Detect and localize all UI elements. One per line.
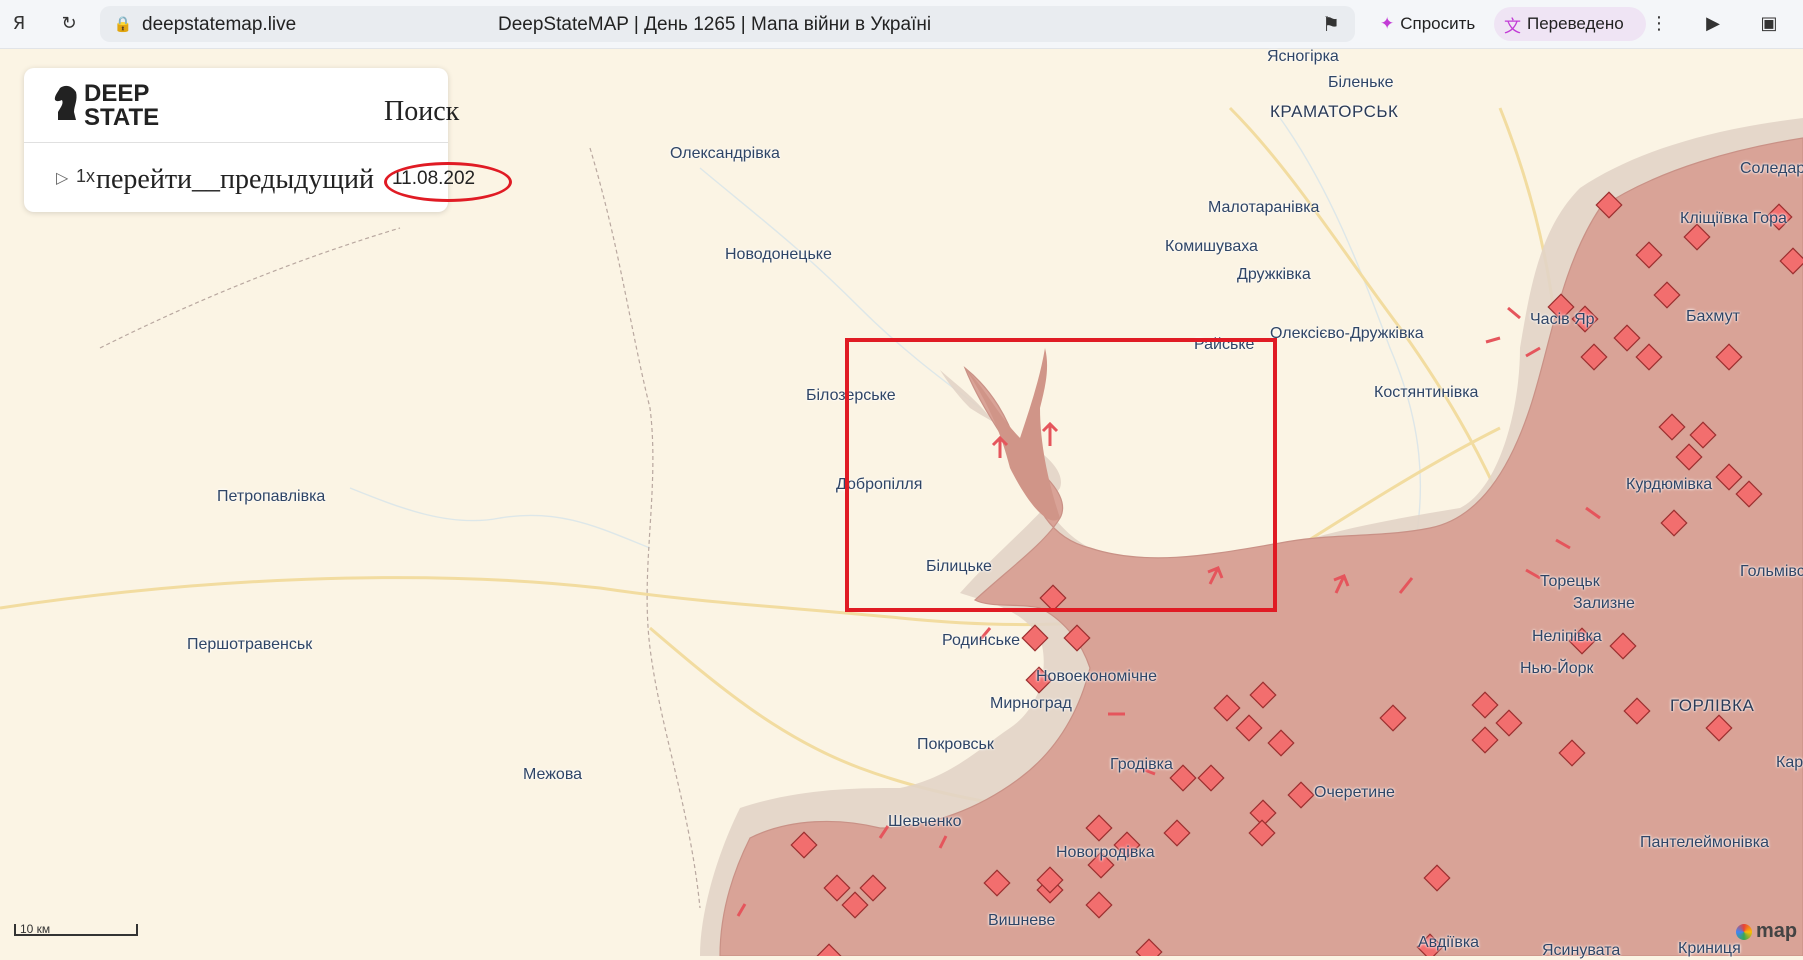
lock-icon: 🔒: [113, 15, 133, 33]
browser-logo-icon[interactable]: Я: [6, 10, 32, 36]
place-label: Новоекономічне: [1036, 668, 1158, 685]
place-label: Курдюмівка: [1626, 476, 1713, 493]
address-bar[interactable]: 🔒 deepstatemap.live DeepStateMAP | День …: [100, 6, 1355, 42]
translate-icon: 文: [1504, 16, 1521, 36]
place-label: Новодонецьке: [725, 246, 832, 263]
logo[interactable]: DEEP STATE: [84, 82, 159, 130]
logo-line-1: DEEP: [84, 80, 150, 107]
place-label: Криниця: [1678, 940, 1741, 957]
place-label: Вишневе: [988, 912, 1056, 929]
highlight-rectangle: [845, 338, 1277, 612]
place-label: Костянтинівка: [1374, 384, 1479, 401]
translated-button[interactable]: 文 Переведено: [1494, 7, 1646, 41]
sidebar-icon[interactable]: ▣: [1756, 10, 1782, 36]
place-label: Мирноград: [990, 695, 1072, 712]
place-label: Покровськ: [917, 736, 994, 753]
place-label: Олексієво-Дружківка: [1270, 325, 1424, 342]
place-label: Шевченко: [888, 813, 962, 830]
map-provider-label: map: [1756, 920, 1798, 942]
place-label: Першотравенськ: [187, 636, 313, 653]
divider: [24, 142, 448, 143]
place-label: Кліщіївка Гора: [1680, 210, 1787, 227]
scale-label: 10 км: [20, 922, 51, 936]
place-label: Олександрівка: [670, 145, 780, 162]
speed-selector[interactable]: 1x: [76, 166, 95, 187]
place-label: Біленьке: [1328, 74, 1394, 91]
place-label: КРАМАТОРСЬК: [1270, 102, 1399, 121]
ask-button[interactable]: ✦ Спросить: [1372, 7, 1492, 41]
place-label: Гольмівс: [1740, 563, 1803, 580]
place-label: Бахмут: [1686, 308, 1740, 325]
place-label: Ясинувата: [1542, 942, 1621, 959]
control-panel: DEEP STATE Поиск ▷ 1x перейти__предыдущи…: [24, 68, 475, 212]
place-label: Нью-Йорк: [1520, 660, 1594, 677]
highlight-ellipse: [384, 162, 512, 202]
map-provider-icon: [1736, 923, 1752, 940]
place-label: Очеретине: [1314, 784, 1395, 801]
knight-logo-icon: [54, 85, 77, 120]
page-title: DeepStateMAP | День 1265 | Мапа війни в …: [498, 14, 932, 35]
place-label: Новогродівка: [1056, 844, 1155, 861]
search-button[interactable]: Поиск: [384, 96, 459, 128]
map-attribution-logo[interactable]: map: [1736, 920, 1797, 943]
place-label: Гродівка: [1110, 756, 1173, 773]
reload-icon[interactable]: ↻: [56, 10, 82, 36]
place-label: Родинське: [942, 632, 1021, 649]
url-text: deepstatemap.live: [142, 14, 297, 35]
bookmark-icon[interactable]: ⚑: [1318, 11, 1344, 37]
translated-label: Переведено: [1527, 14, 1624, 33]
play-icon[interactable]: ▷: [56, 168, 68, 187]
ask-icon: ✦: [1380, 14, 1395, 33]
place-label: Соледар: [1740, 160, 1803, 177]
place-label: Дружківка: [1237, 266, 1311, 283]
place-label: Комишуваха: [1165, 238, 1258, 255]
ask-label: Спросить: [1400, 14, 1476, 33]
place-label: Кар: [1776, 754, 1803, 771]
place-label: Торецьк: [1540, 573, 1600, 590]
place-label: Зализне: [1573, 595, 1635, 612]
place-label: Часів Яр: [1530, 311, 1595, 328]
place-label: Малотаранівка: [1208, 199, 1320, 216]
place-label: ГОРЛІВКА: [1670, 696, 1755, 715]
place-label: Пантелеймонівка: [1640, 834, 1769, 851]
logo-line-2: STATE: [84, 104, 160, 131]
goto-previous-button[interactable]: перейти__предыдущий: [96, 164, 374, 196]
place-label: Петропавлівка: [217, 488, 326, 505]
place-label: Межова: [523, 766, 583, 783]
more-vertical-icon[interactable]: ⋮: [1646, 10, 1672, 36]
media-play-icon[interactable]: ▶: [1700, 10, 1726, 36]
place-label: Авдіївка: [1418, 934, 1480, 951]
place-label: Ясногірка: [1267, 48, 1339, 65]
place-label: Неліпівка: [1532, 628, 1602, 645]
browser-toolbar: Я ↻ 🔒 deepstatemap.live DeepStateMAP | Д…: [0, 0, 1803, 49]
